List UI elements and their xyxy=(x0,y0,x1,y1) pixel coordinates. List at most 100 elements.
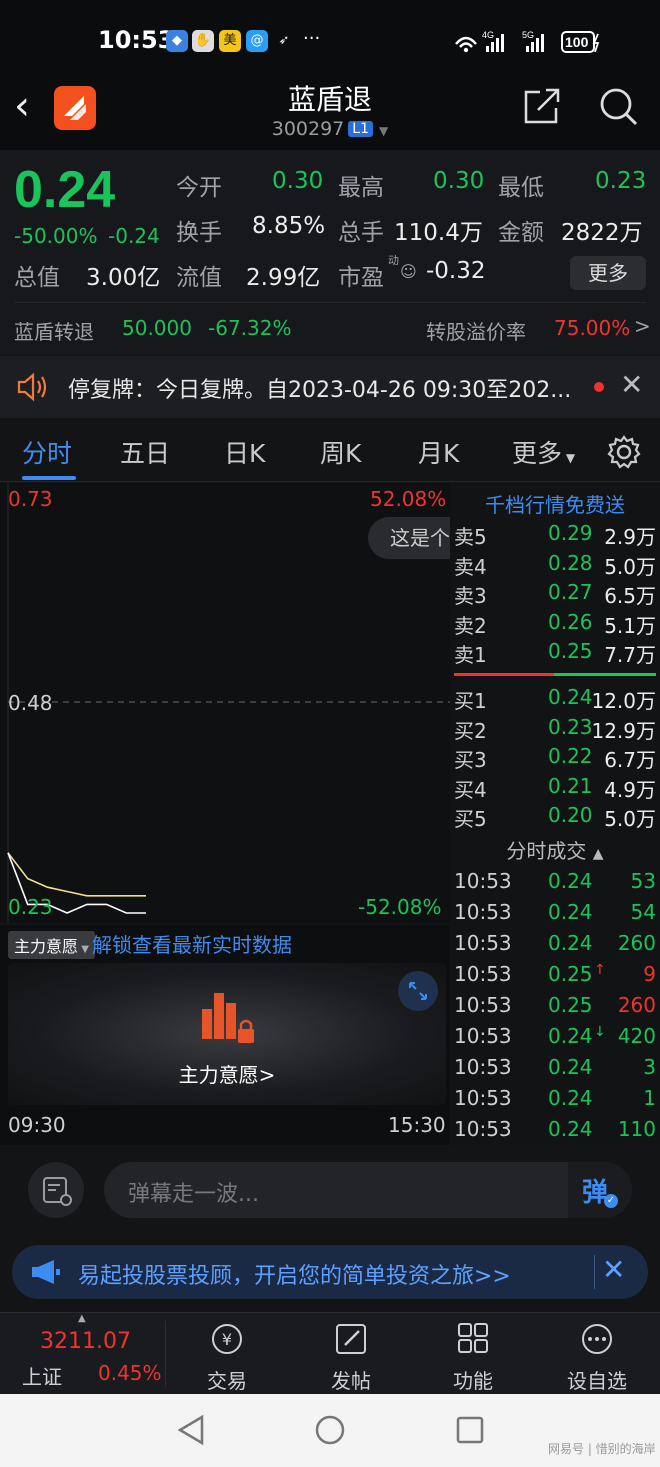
tab-monthly-k[interactable]: 月K xyxy=(418,434,459,470)
settings-gear-icon[interactable] xyxy=(606,434,642,474)
function-label: 功能 xyxy=(453,1369,493,1393)
trade-volume: 260 xyxy=(617,931,656,955)
change-value: -0.24 xyxy=(108,224,160,248)
trade-volume: 1 xyxy=(643,1086,656,1110)
ask-row[interactable]: 卖3 0.27 6.5万 xyxy=(454,580,656,610)
main-force-preview[interactable]: 主力意愿> xyxy=(8,963,446,1105)
ask-volume: 7.7万 xyxy=(604,643,656,668)
unlock-link[interactable]: 解锁查看最新实时数据 xyxy=(92,929,292,958)
open-label: 今开 xyxy=(176,175,222,201)
danmaku-settings-icon[interactable] xyxy=(28,1162,84,1218)
ask-level: 卖2 xyxy=(454,613,487,638)
trade-time: 10:53 xyxy=(454,900,512,924)
notice-bar[interactable]: 停复牌：今日复牌。自2023-04-26 09:30至202... ✕ xyxy=(0,356,660,418)
trade-row: 10:53 0.24 1 xyxy=(454,1086,656,1117)
y-axis-bottom-pct: -52.08% xyxy=(358,895,442,919)
ad-close-icon[interactable]: ✕ xyxy=(602,1253,625,1286)
bid-row[interactable]: 买2 0.23 12.9万 xyxy=(454,715,656,745)
convertible-name[interactable]: 蓝盾转退 xyxy=(14,316,94,345)
bid-volume: 6.7万 xyxy=(604,748,656,773)
nav-back-icon[interactable] xyxy=(176,1414,206,1450)
trade-label: 交易 xyxy=(207,1369,247,1393)
y-axis-top-pct: 52.08% xyxy=(370,487,447,511)
trade-time: 10:53 xyxy=(454,869,512,893)
bid-row[interactable]: 买3 0.22 6.7万 xyxy=(454,744,656,774)
tab-weekly-k[interactable]: 周K xyxy=(320,434,361,470)
nav-recents-icon[interactable] xyxy=(456,1416,484,1448)
app-icon: ◆ xyxy=(166,30,188,52)
trade-button[interactable]: ¥ 交易 xyxy=(172,1321,282,1394)
trade-time: 10:53 xyxy=(454,931,512,955)
svg-text:5G: 5G xyxy=(522,30,534,40)
danmaku-send-button[interactable]: 弹 ✓ xyxy=(568,1162,632,1218)
tab-daily-k[interactable]: 日K xyxy=(224,434,265,470)
quote-panel: 0.24 -50.00% -0.24 今开 0.30 最高 0.30 最低 0.… xyxy=(0,150,660,355)
more-dots-icon: ··· xyxy=(303,28,321,49)
bid-row[interactable]: 买1 0.24 12.0万 xyxy=(454,685,656,715)
y-axis-mid-label: 0.48 xyxy=(8,691,53,715)
trade-arrow-icon: ↑ xyxy=(594,962,606,978)
high-label: 最高 xyxy=(338,175,384,201)
megaphone-icon xyxy=(30,1257,62,1291)
function-button[interactable]: 功能 xyxy=(418,1321,528,1394)
index-name: 上证 xyxy=(22,1365,62,1389)
danmaku-placeholder: 弹幕走一波... xyxy=(128,1182,259,1207)
main-force-dropdown[interactable]: 主力意愿 ▼ xyxy=(8,931,95,959)
ask-divider xyxy=(454,673,554,676)
intraday-chart[interactable]: 0.73 52.08% 0.48 0.23 -52.08% 这是个 xyxy=(0,483,450,923)
tab-more[interactable]: 更多 ▼ xyxy=(512,434,575,470)
expand-icon[interactable] xyxy=(398,971,438,1011)
back-icon[interactable]: ‹ xyxy=(14,86,30,126)
ask-row[interactable]: 卖4 0.28 5.0万 xyxy=(454,551,656,581)
status-bar: 10:53 ◆ ✋ 美 @ ➶ ··· 4G 5G 100 xyxy=(0,0,660,78)
tab-intraday[interactable]: 分时 xyxy=(22,434,72,470)
caret-down-icon: ▼ xyxy=(562,451,576,465)
notice-text: 停复牌：今日复牌。自2023-04-26 09:30至202... xyxy=(68,378,572,403)
stock-header: 蓝盾退 300297 L1 ▼ ‹ xyxy=(0,78,660,150)
ask-row[interactable]: 卖5 0.29 2.9万 xyxy=(454,521,656,551)
danmaku-input[interactable]: 弹幕走一波... 弹 ✓ xyxy=(104,1162,632,1218)
close-icon[interactable]: ✕ xyxy=(620,368,643,401)
convertible-price: 50.000 xyxy=(122,316,192,340)
nav-home-icon[interactable] xyxy=(314,1414,346,1450)
chevron-right-icon[interactable]: > xyxy=(634,314,651,338)
bid-row[interactable]: 买5 0.20 5.0万 xyxy=(454,803,656,833)
convertible-change: -67.32% xyxy=(208,316,292,340)
trade-volume: 9 xyxy=(643,962,656,986)
search-icon[interactable] xyxy=(598,86,640,132)
ask-volume: 2.9万 xyxy=(604,525,656,549)
trade-row: 10:53 0.25 ↑ 9 xyxy=(454,962,656,993)
trade-volume: 54 xyxy=(630,900,656,924)
trade-row: 10:53 0.24 260 xyxy=(454,931,656,962)
trades-header[interactable]: 分时成交 ▲ xyxy=(450,835,660,864)
trade-price: 0.24 xyxy=(548,900,593,924)
ask-row[interactable]: 卖2 0.26 5.1万 xyxy=(454,610,656,640)
orderbook-promo[interactable]: 千档行情免费送 xyxy=(450,489,660,518)
y-axis-top-label: 0.73 xyxy=(8,487,53,511)
add-watchlist-button[interactable]: 设自选 xyxy=(542,1321,652,1394)
tooltip-bubble[interactable]: 这是个 xyxy=(368,517,450,559)
bid-level: 买3 xyxy=(454,748,487,773)
bid-level: 买1 xyxy=(454,689,487,713)
ask-row[interactable]: 卖1 0.25 7.7万 xyxy=(454,639,656,669)
ask-volume: 6.5万 xyxy=(604,584,656,609)
marketcap-value: 3.00亿 xyxy=(86,265,161,291)
index-ticker[interactable]: 3211.07 上证 0.45% xyxy=(0,1313,165,1395)
trade-time: 10:53 xyxy=(454,993,512,1017)
caret-up-icon: ▲ xyxy=(592,846,604,862)
svg-text:100: 100 xyxy=(565,34,589,50)
level-badge: L1 xyxy=(348,121,373,137)
share-icon[interactable] xyxy=(522,86,562,130)
trade-time: 10:53 xyxy=(454,1086,512,1110)
info-icon[interactable]: ☺ xyxy=(400,262,417,281)
tab-five-day[interactable]: 五日 xyxy=(120,434,170,470)
premium-label: 转股溢价率 xyxy=(426,320,526,344)
post-button[interactable]: 发帖 xyxy=(296,1321,406,1394)
more-button[interactable]: 更多 xyxy=(570,256,646,290)
post-label: 发帖 xyxy=(331,1369,371,1393)
ask-price: 0.28 xyxy=(548,550,593,575)
bid-row[interactable]: 买4 0.21 4.9万 xyxy=(454,774,656,804)
ad-banner[interactable]: 易起投股票投顾，开启您的简单投资之旅>> ✕ xyxy=(12,1245,648,1299)
caret-down-icon: ▼ xyxy=(78,944,89,955)
float-cap-value: 2.99亿 xyxy=(246,265,321,291)
